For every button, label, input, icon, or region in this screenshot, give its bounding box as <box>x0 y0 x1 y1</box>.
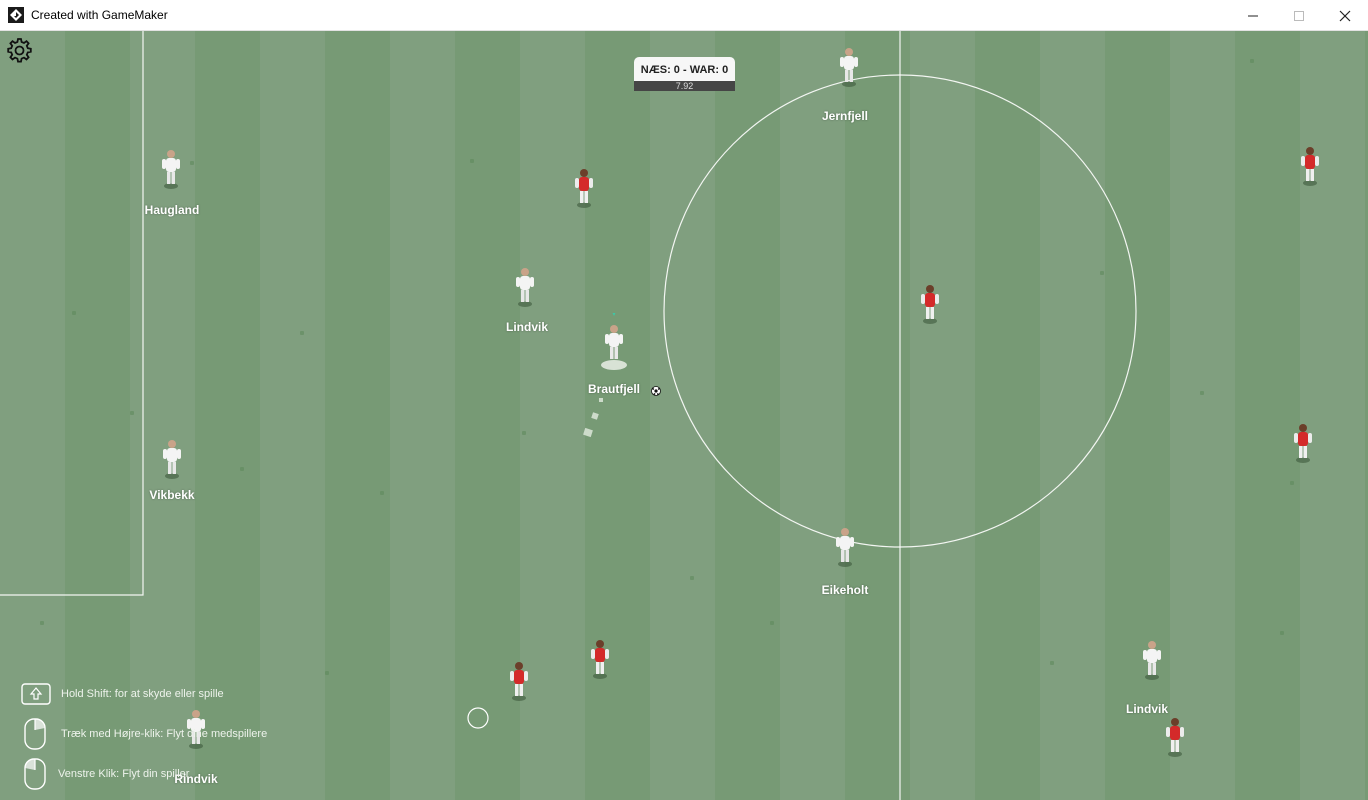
gamemaker-logo-icon <box>8 7 24 23</box>
away-player <box>900 273 960 333</box>
home-player-haugland[interactable] <box>141 138 201 198</box>
home-player-vikbekk[interactable] <box>142 428 202 488</box>
hint-shift: Hold Shift: for at skyde eller spille <box>61 688 224 700</box>
away-player <box>554 157 614 217</box>
away-player <box>489 650 549 710</box>
mouse-left-click-icon <box>24 758 46 795</box>
home-player-jernfjell[interactable] <box>819 36 879 96</box>
mouse-right-click-icon <box>24 718 46 755</box>
gear-icon <box>7 38 32 63</box>
away-player <box>1273 412 1333 472</box>
home-player-brautfjell-selected[interactable] <box>584 313 644 373</box>
settings-button[interactable] <box>6 37 33 64</box>
player-name-label: Vikbekk <box>149 488 195 502</box>
player-name-label: Lindvik <box>1125 702 1169 716</box>
title-bar: Created with GameMaker <box>0 0 1368 31</box>
minimize-button[interactable] <box>1230 0 1276 31</box>
away-player <box>1280 135 1340 195</box>
hint-left-click: Venstre Klik: Flyt din spiller <box>58 768 190 780</box>
player-name-label: Lindvik <box>505 320 549 334</box>
score-text: NÆS: 0 - WAR: 0 <box>634 57 735 81</box>
player-name-label: Brautfjell <box>587 382 641 396</box>
home-player-eikeholt[interactable] <box>815 516 875 576</box>
player-name-label: Jernfjell <box>821 109 869 123</box>
home-player-lindvik-2[interactable] <box>1122 629 1182 689</box>
scoreboard: NÆS: 0 - WAR: 0 7.92 <box>634 57 735 91</box>
away-player <box>570 628 630 688</box>
shift-key-icon <box>21 683 51 710</box>
hint-right-drag: Træk med Højre-klik: Flyt dine medspille… <box>61 728 268 740</box>
close-icon <box>1339 10 1351 21</box>
match-timer: 7.92 <box>634 81 735 91</box>
ball <box>651 383 661 396</box>
minimize-icon <box>1248 15 1258 16</box>
player-name-label: Eikeholt <box>821 583 869 597</box>
pitch[interactable]: NÆS: 0 - WAR: 0 7.92 Haugland Vikbekk Li… <box>0 31 1368 800</box>
window-title: Created with GameMaker <box>31 8 168 22</box>
pass-trail <box>599 398 603 402</box>
cursor-ring <box>467 707 489 729</box>
maximize-button[interactable] <box>1276 0 1322 31</box>
close-button[interactable] <box>1322 0 1368 31</box>
player-name-label: Haugland <box>144 203 200 217</box>
maximize-icon <box>1294 10 1304 21</box>
home-player-lindvik[interactable] <box>495 256 555 316</box>
